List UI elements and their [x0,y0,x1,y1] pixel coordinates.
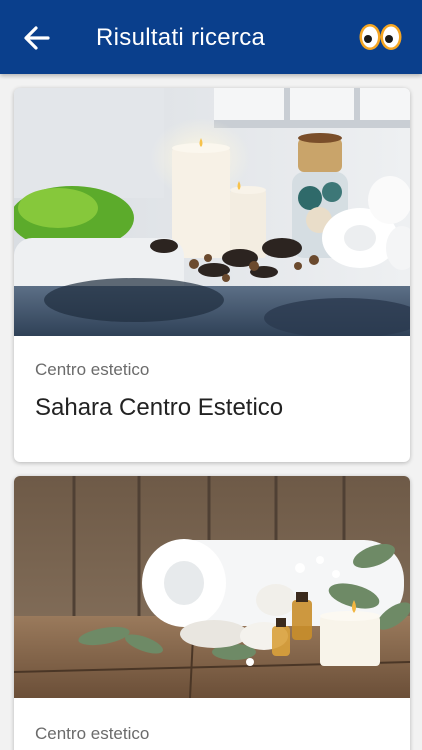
result-category: Centro estetico [35,360,150,379]
results-list[interactable]: Centro estetico Sahara Centro Estetico C… [0,74,422,750]
app-bar: Risultati ricerca [0,0,422,74]
back-arrow-icon[interactable] [22,24,52,52]
result-photo [14,476,410,698]
result-card[interactable]: Centro estetico Sahara Centro Estetico [14,88,410,462]
eyes-logo-icon[interactable] [358,20,404,54]
result-name: Sahara Centro Estetico [35,394,284,421]
result-category: Centro estetico [35,724,150,743]
result-photo [14,88,410,336]
page-title: Risultati ricerca [96,24,266,51]
result-card[interactable]: Centro estetico [14,476,410,750]
